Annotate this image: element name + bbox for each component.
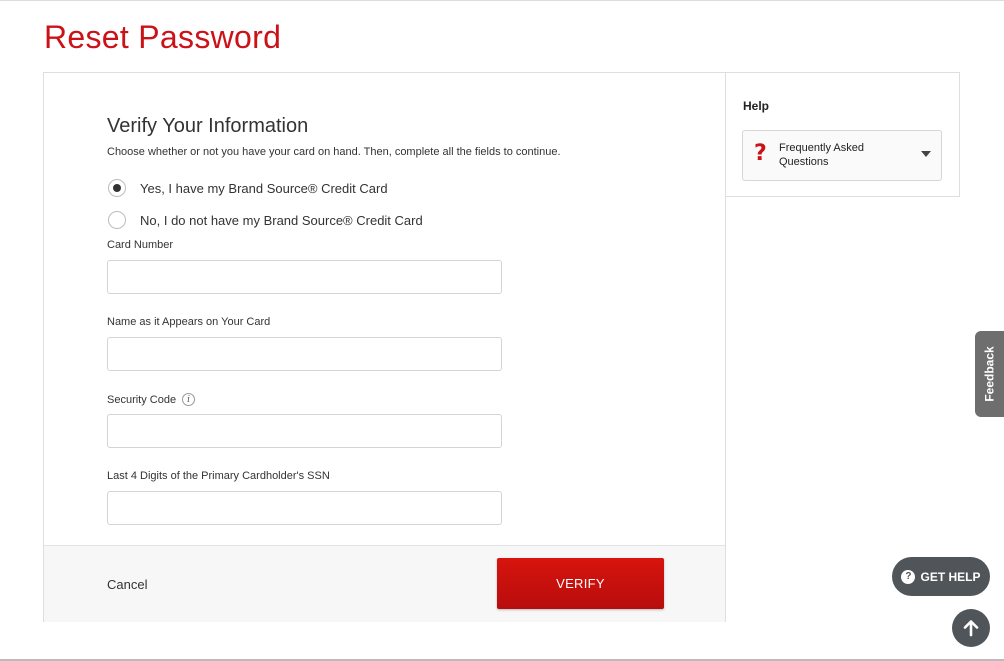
name-on-card-input[interactable]	[107, 337, 502, 371]
get-help-label: GET HELP	[920, 569, 981, 584]
cancel-link[interactable]: Cancel	[107, 577, 147, 592]
help-panel: Help ? Frequently Asked Questions	[726, 72, 960, 197]
verify-form-card: Verify Your Information Choose whether o…	[43, 72, 726, 622]
arrow-up-icon	[963, 620, 979, 637]
radio-button-selected[interactable]	[108, 179, 126, 197]
radio-label-has-card: Yes, I have my Brand Source® Credit Card	[140, 180, 388, 196]
get-help-button[interactable]: ? GET HELP	[892, 557, 990, 596]
security-code-input[interactable]	[107, 414, 502, 448]
ssn-last4-input[interactable]	[107, 491, 502, 525]
help-title: Help	[743, 99, 770, 113]
feedback-tab[interactable]: Feedback	[975, 331, 1004, 417]
question-mark-icon: ?	[754, 141, 767, 166]
faq-label: Frequently Asked Questions	[779, 142, 864, 168]
card-number-input[interactable]	[107, 260, 502, 294]
form-instructions: Choose whether or not you have your card…	[107, 146, 561, 158]
feedback-label: Feedback	[982, 346, 997, 402]
radio-option-has-card[interactable]: Yes, I have my Brand Source® Credit Card	[108, 179, 388, 197]
name-on-card-label: Name as it Appears on Your Card	[107, 316, 271, 328]
help-circle-icon: ?	[901, 569, 916, 584]
security-code-label: Security Code	[107, 393, 177, 406]
card-number-label: Card Number	[107, 239, 174, 251]
form-footer: Cancel VERIFY	[44, 545, 725, 622]
form-heading: Verify Your Information	[107, 115, 309, 137]
radio-option-no-card[interactable]: No, I do not have my Brand Source® Credi…	[108, 211, 423, 229]
scroll-to-top-button[interactable]	[952, 609, 990, 647]
verify-button[interactable]: VERIFY	[497, 558, 664, 609]
faq-dropdown[interactable]: ? Frequently Asked Questions	[742, 130, 942, 181]
page-title: Reset Password	[44, 19, 282, 55]
caret-down-icon	[921, 151, 931, 157]
top-divider	[0, 0, 1004, 1]
info-icon[interactable]: i	[182, 393, 196, 406]
radio-label-no-card: No, I do not have my Brand Source® Credi…	[140, 212, 423, 228]
ssn-last4-label: Last 4 Digits of the Primary Cardholder'…	[107, 470, 330, 482]
security-code-label-row: Security Code i	[107, 393, 196, 406]
radio-dot	[113, 184, 121, 192]
radio-button-unselected[interactable]	[108, 211, 126, 229]
